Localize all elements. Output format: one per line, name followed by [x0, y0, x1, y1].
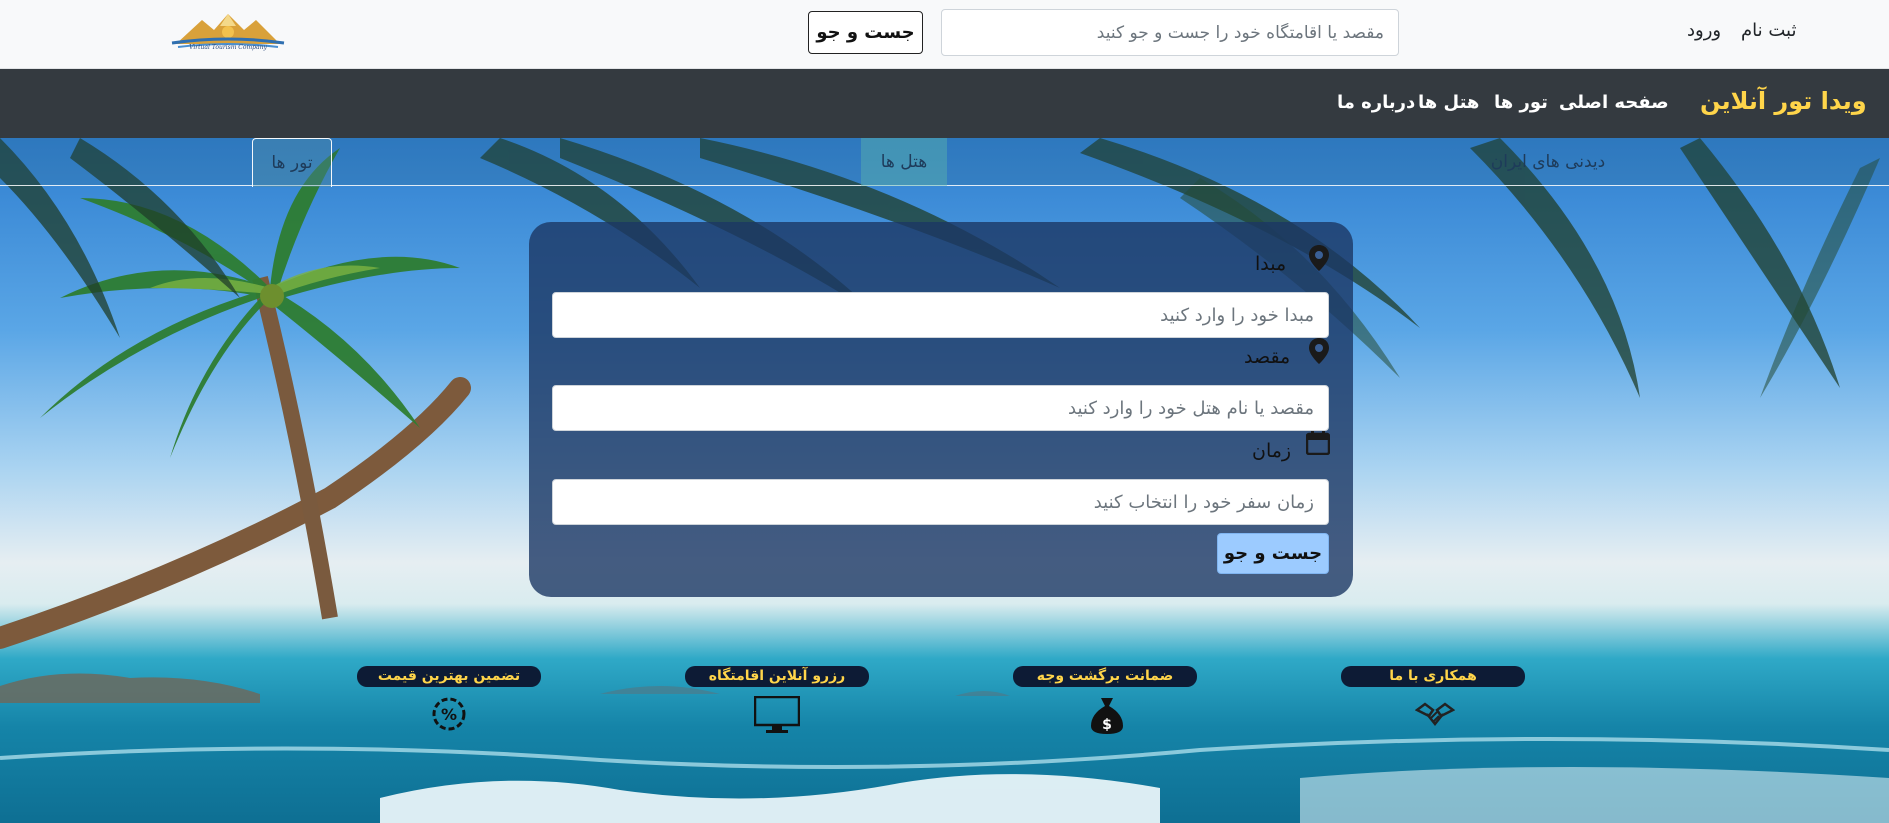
tab-iran-sights[interactable]: دیدنی های ایران: [1468, 138, 1628, 186]
hero-section: تور ها هتل ها دیدنی های ایران مبدا مقصد …: [0, 138, 1889, 823]
feature-best-price: تضمین بهترین قیمت %: [357, 666, 541, 731]
main-navbar: ویدا تور آنلاین صفحه اصلی تور ها هتل ها …: [0, 69, 1889, 138]
login-link[interactable]: ورود: [1687, 20, 1721, 41]
logo-caption: Virtual Tourism Company: [189, 44, 267, 51]
signup-link[interactable]: ثبت نام: [1741, 20, 1796, 41]
nav-item-about[interactable]: درباره ما: [1337, 92, 1415, 113]
percent-badge-icon: %: [432, 697, 466, 731]
origin-label: مبدا: [1255, 253, 1287, 275]
map-marker-icon: [1309, 338, 1329, 364]
svg-text:$: $: [1102, 717, 1112, 733]
trip-search-form: مبدا مقصد زمان جست و جو: [529, 222, 1353, 597]
nav-item-home[interactable]: صفحه اصلی: [1559, 92, 1669, 113]
origin-input[interactable]: [552, 292, 1329, 338]
date-input[interactable]: [552, 479, 1329, 525]
monitor-icon: [754, 696, 800, 733]
feature-online-booking: رزرو آنلاین اقامتگاه: [685, 666, 869, 733]
header-search-button[interactable]: جست و جو: [808, 11, 923, 54]
feature-money-back: ضمانت برگشت وجه $: [1013, 666, 1197, 734]
money-bag-icon: $: [1091, 698, 1123, 734]
destination-label: مقصد: [1244, 346, 1291, 368]
feature-title: تضمین بهترین قیمت: [357, 666, 541, 687]
map-marker-icon: [1309, 245, 1329, 271]
feature-title: رزرو آنلاین اقامتگاه: [685, 666, 869, 687]
tab-tours[interactable]: تور ها: [252, 138, 332, 187]
destination-input[interactable]: [552, 385, 1329, 431]
header-search-input[interactable]: [941, 9, 1399, 56]
feature-partnership: همکاری با ما: [1341, 666, 1525, 727]
feature-title: همکاری با ما: [1341, 666, 1525, 687]
tab-hotels[interactable]: هتل ها: [861, 138, 947, 186]
date-label: زمان: [1252, 440, 1292, 462]
nav-item-tours[interactable]: تور ها: [1494, 92, 1548, 113]
category-tabs: تور ها هتل ها دیدنی های ایران: [0, 138, 1889, 187]
feature-title: ضمانت برگشت وجه: [1013, 666, 1197, 687]
search-submit-button[interactable]: جست و جو: [1217, 533, 1329, 574]
calendar-icon: [1306, 431, 1330, 455]
brand-link[interactable]: ویدا تور آنلاین: [1700, 87, 1867, 115]
svg-text:%: %: [441, 705, 457, 724]
handshake-icon: [1415, 702, 1455, 727]
nav-item-hotels[interactable]: هتل ها: [1418, 92, 1479, 113]
top-header: Virtual Tourism Company جست و جو ورود ثب…: [0, 0, 1889, 69]
